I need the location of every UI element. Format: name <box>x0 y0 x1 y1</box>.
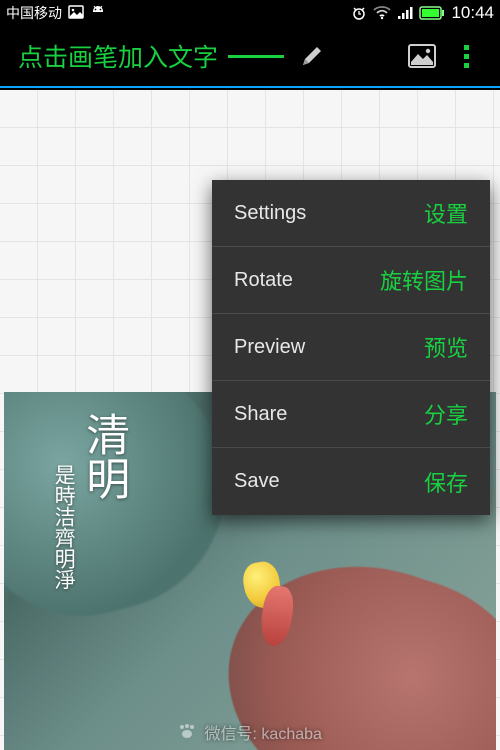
menu-label-en: Share <box>234 403 287 426</box>
menu-label-en: Rotate <box>234 269 293 292</box>
wifi-icon <box>373 6 391 20</box>
battery-icon <box>419 6 445 20</box>
menu-label-cn: 保存 <box>424 466 468 498</box>
toolbar: 点击画笔加入文字 <box>0 26 500 88</box>
menu-label-cn: 旋转图片 <box>380 264 468 296</box>
toolbar-line <box>228 55 284 58</box>
menu-label-en: Preview <box>234 336 305 359</box>
paw-icon <box>178 723 196 744</box>
menu-item-share[interactable]: Share 分享 <box>212 381 490 448</box>
menu-item-rotate[interactable]: Rotate 旋转图片 <box>212 247 490 314</box>
android-icon <box>90 5 106 22</box>
carrier-label: 中国移动 <box>6 3 62 23</box>
watermark-text: 微信号: kachaba <box>205 726 322 743</box>
status-left: 中国移动 <box>6 3 106 23</box>
screenshot-icon <box>68 5 84 22</box>
menu-label-cn: 分享 <box>424 398 468 430</box>
pencil-icon[interactable] <box>290 34 334 78</box>
photo-flower <box>234 542 304 642</box>
menu-label-en: Settings <box>234 202 306 225</box>
menu-item-save[interactable]: Save 保存 <box>212 448 490 515</box>
status-right: 10:44 <box>351 3 494 23</box>
menu-item-settings[interactable]: Settings 设置 <box>212 180 490 247</box>
alarm-icon <box>351 5 367 21</box>
watermark: 微信号: kachaba <box>0 720 500 744</box>
menu-label-cn: 设置 <box>424 197 468 229</box>
menu-label-en: Save <box>234 470 280 493</box>
overflow-menu: Settings 设置 Rotate 旋转图片 Preview 预览 Share… <box>212 180 490 515</box>
clock-label: 10:44 <box>451 3 494 23</box>
status-bar: 中国移动 10:44 <box>0 0 500 26</box>
overflow-menu-icon[interactable] <box>444 34 488 78</box>
toolbar-hint: 点击画笔加入文字 <box>18 38 218 74</box>
editor-canvas[interactable]: 清明 是時洁齊明淨 微信号: kachaba Settings 设置 Rotat… <box>0 90 500 750</box>
menu-item-preview[interactable]: Preview 预览 <box>212 314 490 381</box>
menu-label-cn: 预览 <box>424 331 468 363</box>
signal-icon <box>397 6 413 20</box>
photo-text-sub: 是時洁齊明淨 <box>52 464 76 590</box>
image-icon[interactable] <box>400 34 444 78</box>
photo-text-main: 清明 <box>80 412 126 500</box>
